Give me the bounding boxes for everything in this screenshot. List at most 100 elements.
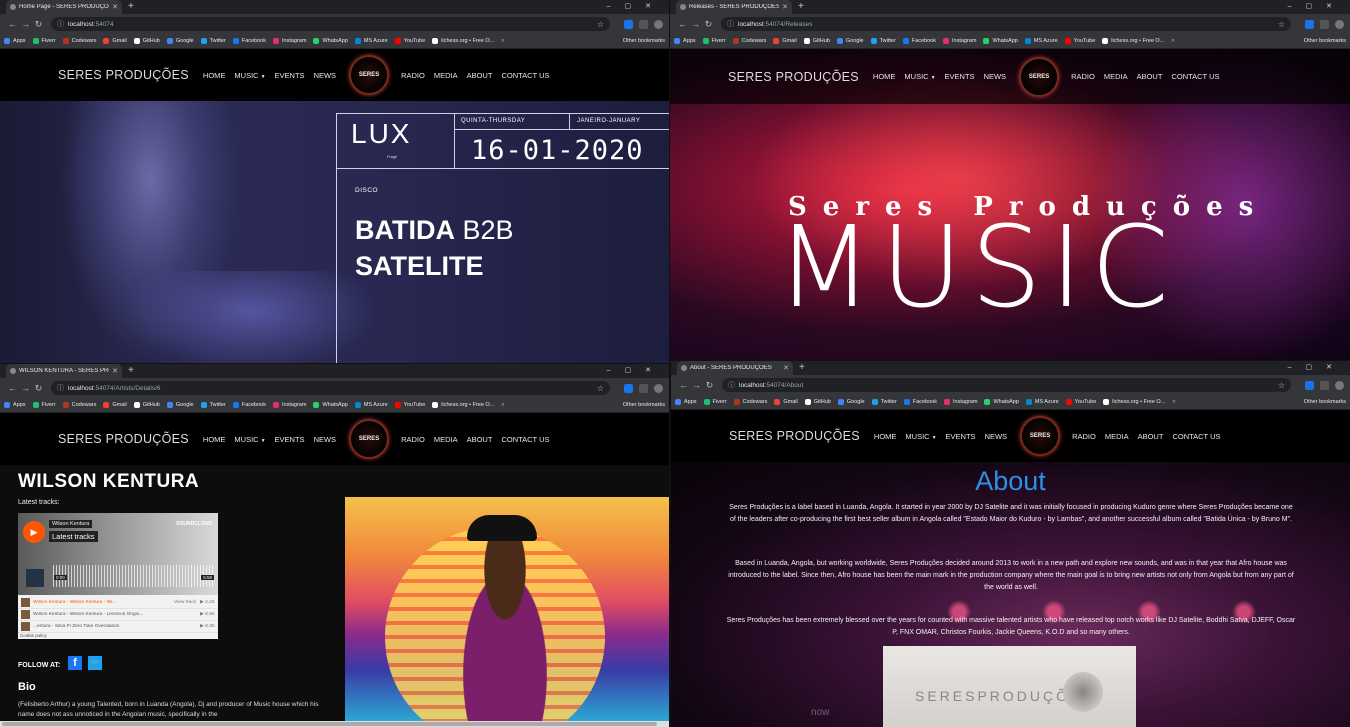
back-icon[interactable]: ← <box>6 19 19 29</box>
bookmark-item[interactable]: MS Azure <box>354 38 388 44</box>
nav-radio[interactable]: RADIO <box>1072 432 1096 441</box>
site-brand[interactable]: SERES PRODUÇÕES <box>58 432 189 446</box>
address-bar[interactable]: ⓘ localhost:54074/Artists/Details/6 ☆ <box>51 381 610 395</box>
forward-icon[interactable]: → <box>19 19 32 29</box>
track-name[interactable]: Wilson Kentura - Wilson Kentura - Leviti… <box>33 612 196 617</box>
view-track-link[interactable]: View track <box>174 600 196 605</box>
window-controls[interactable]: –▢✕ <box>607 0 665 13</box>
browser-tab[interactable]: WILSON KENTURA - SERES PRODUÇÕES ✕ <box>6 364 122 378</box>
bookmark-item[interactable]: Gmail <box>103 402 127 408</box>
bookmark-item[interactable]: lichess.org • Free O... <box>432 402 494 408</box>
bookmark-item[interactable]: Gmail <box>103 38 127 44</box>
other-bookmarks[interactable]: Other bookmarks <box>1304 38 1346 44</box>
track-name[interactable]: ...entura - Silva Ft Zero Toke Overalati… <box>33 624 196 629</box>
close-icon[interactable]: ✕ <box>783 364 789 372</box>
bookmark-item[interactable]: Facebook <box>902 38 936 44</box>
player-artist[interactable]: Wilson Kentura <box>49 520 93 528</box>
extension-icon[interactable] <box>1320 380 1329 390</box>
bookmark-item[interactable]: WhatsApp <box>984 399 1019 405</box>
nav-home[interactable]: HOME <box>873 72 896 81</box>
window-controls[interactable]: –▢✕ <box>1288 361 1346 374</box>
bookmark-item[interactable]: Twitter <box>200 402 226 408</box>
site-logo[interactable]: SERES <box>1019 56 1060 97</box>
site-logo[interactable]: SERES <box>349 55 390 95</box>
site-brand[interactable]: SERES PRODUÇÕES <box>729 429 860 443</box>
play-button[interactable]: ▶ <box>23 521 45 543</box>
new-tab-icon[interactable]: + <box>128 0 134 14</box>
bookmark-item[interactable]: Fiverr <box>703 399 727 405</box>
close-icon[interactable]: ✕ <box>782 3 788 11</box>
track-row[interactable]: ...entura - Silva Ft Zero Toke Overalati… <box>18 621 218 633</box>
bookmark-star-icon[interactable]: ☆ <box>597 384 604 393</box>
nav-events[interactable]: EVENTS <box>275 435 305 444</box>
bookmark-item[interactable]: Twitter <box>871 399 897 405</box>
nav-contact[interactable]: CONTACT US <box>501 71 549 80</box>
bookmark-item[interactable]: Apps <box>4 402 26 408</box>
address-bar[interactable]: ⓘ localhost:54074/About ☆ <box>722 378 1291 392</box>
site-logo[interactable]: SERES <box>1020 416 1061 456</box>
info-icon[interactable]: ⓘ <box>728 380 735 390</box>
close-icon[interactable]: ✕ <box>112 367 118 375</box>
bookmark-item[interactable]: YouTube <box>394 402 425 408</box>
bookmark-item[interactable]: Codewars <box>62 38 96 44</box>
bookmark-item[interactable]: Apps <box>675 399 697 405</box>
bookmark-item[interactable]: lichess.org • Free O... <box>1103 399 1165 405</box>
bookmark-item[interactable]: Facebook <box>232 38 266 44</box>
nav-news[interactable]: NEWS <box>984 72 1007 81</box>
other-bookmarks[interactable]: Other bookmarks <box>1304 399 1346 405</box>
nav-music[interactable]: MUSIC ▼ <box>234 435 265 444</box>
bookmark-item[interactable]: YouTube <box>394 38 425 44</box>
extension-icon[interactable] <box>639 19 648 29</box>
nav-contact[interactable]: CONTACT US <box>1172 432 1220 441</box>
back-icon[interactable]: ← <box>6 383 19 393</box>
bookmark-item[interactable]: Instagram <box>943 399 977 405</box>
bookmark-item[interactable]: Instagram <box>272 402 306 408</box>
profile-avatar[interactable] <box>1335 19 1344 29</box>
nav-events[interactable]: EVENTS <box>275 71 305 80</box>
bookmark-item[interactable]: WhatsApp <box>983 38 1018 44</box>
nav-about[interactable]: ABOUT <box>467 435 493 444</box>
forward-icon[interactable]: → <box>690 380 703 390</box>
event-poster[interactable]: LUX Fragil QUINTA-THURSDAY JANEIRO-JANUA… <box>336 113 669 363</box>
bookmark-item[interactable]: lichess.org • Free O... <box>432 38 494 44</box>
nav-about[interactable]: ABOUT <box>467 71 493 80</box>
nav-news[interactable]: NEWS <box>985 432 1008 441</box>
bookmark-star-icon[interactable]: ☆ <box>597 20 604 29</box>
bookmark-item[interactable]: MS Azure <box>1024 38 1058 44</box>
bookmarks-overflow-icon[interactable]: » <box>1172 399 1175 405</box>
twitter-icon[interactable]: 🐦 <box>88 656 102 670</box>
nav-radio[interactable]: RADIO <box>401 435 425 444</box>
bookmark-item[interactable]: GitHub <box>803 38 830 44</box>
bookmark-item[interactable]: Fiverr <box>32 402 56 408</box>
bookmark-item[interactable]: Apps <box>4 38 26 44</box>
other-bookmarks[interactable]: Other bookmarks <box>623 38 665 44</box>
forward-icon[interactable]: → <box>19 383 32 393</box>
bookmark-item[interactable]: Twitter <box>870 38 896 44</box>
bookmarks-overflow-icon[interactable]: » <box>501 38 504 44</box>
address-bar[interactable]: ⓘ localhost:54074 ☆ <box>51 17 610 31</box>
back-icon[interactable]: ← <box>677 380 690 390</box>
info-icon[interactable]: ⓘ <box>727 19 734 29</box>
extension-icon[interactable] <box>1305 19 1314 29</box>
waveform[interactable] <box>53 565 213 587</box>
reload-icon[interactable]: ↻ <box>702 19 715 30</box>
bookmark-item[interactable]: Google <box>836 38 864 44</box>
new-tab-icon[interactable]: + <box>798 0 804 14</box>
nav-news[interactable]: NEWS <box>314 71 337 80</box>
bookmark-item[interactable]: Gmail <box>773 38 797 44</box>
bookmark-item[interactable]: Fiverr <box>32 38 56 44</box>
track-row[interactable]: Wilson Kentura - Wilson Kentura - Wi... … <box>18 597 218 609</box>
bookmark-item[interactable]: Codewars <box>733 399 767 405</box>
nav-media[interactable]: MEDIA <box>1104 72 1128 81</box>
nav-about[interactable]: ABOUT <box>1137 72 1163 81</box>
nav-media[interactable]: MEDIA <box>434 435 458 444</box>
new-tab-icon[interactable]: + <box>799 361 805 375</box>
bookmark-item[interactable]: Fiverr <box>702 38 726 44</box>
nav-home[interactable]: HOME <box>203 71 226 80</box>
browser-tab[interactable]: Releases - SERES PRODUÇÕES ✕ <box>676 0 792 14</box>
nav-home[interactable]: HOME <box>874 432 897 441</box>
nav-home[interactable]: HOME <box>203 435 226 444</box>
soundcloud-player[interactable]: ▶ Wilson Kentura Latest tracks SOUNDCLOU… <box>18 513 218 639</box>
nav-contact[interactable]: CONTACT US <box>1171 72 1219 81</box>
bookmark-item[interactable]: Twitter <box>200 38 226 44</box>
